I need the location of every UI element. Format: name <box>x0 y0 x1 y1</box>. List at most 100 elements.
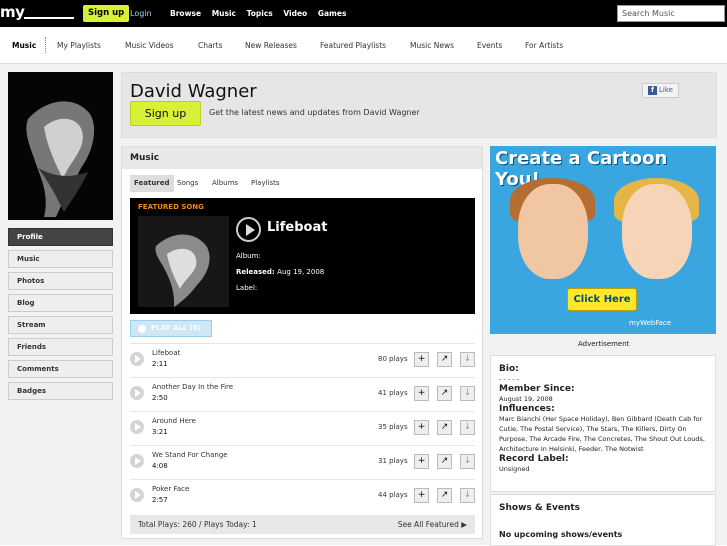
featured-song-art-image <box>138 216 229 307</box>
track-row: We Stand For Change 4:08 31 plays + ↗ ↓ <box>130 445 475 479</box>
subnav-events[interactable]: Events <box>477 41 502 50</box>
add-icon[interactable]: + <box>414 488 429 503</box>
bio-value: - - - - - <box>499 375 519 383</box>
nav-music[interactable]: Music <box>212 9 236 18</box>
track-play-icon[interactable] <box>130 352 144 366</box>
subnav-music[interactable]: Music <box>12 41 36 50</box>
facebook-icon: f <box>648 86 657 95</box>
sidebar-friends[interactable]: Friends <box>8 338 113 356</box>
ad-cartoon-face <box>622 184 692 279</box>
add-icon[interactable]: + <box>414 454 429 469</box>
track-duration: 4:08 <box>152 462 168 470</box>
avatar-image <box>8 72 113 220</box>
search-input[interactable]: Search Music <box>617 5 725 22</box>
share-icon[interactable]: ↗ <box>437 420 452 435</box>
subnav-charts[interactable]: Charts <box>198 41 223 50</box>
track-play-icon[interactable] <box>130 488 144 502</box>
track-play-icon[interactable] <box>130 386 144 400</box>
tab-songs[interactable]: Songs <box>173 175 202 192</box>
track-name[interactable]: Around Here <box>152 417 196 425</box>
add-icon[interactable]: + <box>414 352 429 367</box>
featured-song-art <box>138 216 229 307</box>
site-logo[interactable]: my <box>0 3 25 21</box>
released-value: Aug 19, 2008 <box>277 268 325 276</box>
subnav-featured-playlists[interactable]: Featured Playlists <box>320 41 386 50</box>
influences-value: Marc Bianchi (Her Space Holiday), Ben Gi… <box>499 415 705 453</box>
share-icon[interactable]: ↗ <box>437 454 452 469</box>
share-icon[interactable]: ↗ <box>437 386 452 401</box>
track-play-icon[interactable] <box>130 420 144 434</box>
nav-video[interactable]: Video <box>283 9 307 18</box>
total-plays: Total Plays: 260 / Plays Today: 1 <box>138 520 257 529</box>
subnav-for-artists[interactable]: For Artists <box>525 41 563 50</box>
track-duration: 3:21 <box>152 428 168 436</box>
share-icon[interactable]: ↗ <box>437 488 452 503</box>
featured-play-icon[interactable] <box>236 217 261 242</box>
record-label-label: Label: <box>236 284 258 292</box>
see-all-featured-link[interactable]: See All Featured ▶ <box>398 515 467 534</box>
track-duration: 2:50 <box>152 394 168 402</box>
advertisement-caption: Advertisement <box>578 340 630 348</box>
tab-playlists[interactable]: Playlists <box>247 175 284 192</box>
subnav-new-releases[interactable]: New Releases <box>245 41 297 50</box>
record-label-label: Record Label: <box>499 454 569 464</box>
profile-page: Profile Music Photos Blog Stream Friends… <box>0 64 727 546</box>
tab-albums[interactable]: Albums <box>208 175 242 192</box>
sidebar-photos[interactable]: Photos <box>8 272 113 290</box>
track-play-icon[interactable] <box>130 454 144 468</box>
track-name[interactable]: Poker Face <box>152 485 189 493</box>
artist-tagline: Get the latest news and updates from Dav… <box>209 108 420 117</box>
featured-released: Released: Aug 19, 2008 <box>236 268 324 276</box>
download-icon[interactable]: ↓ <box>460 454 475 469</box>
advertisement-banner[interactable]: Create a Cartoon You! Click Here myWebFa… <box>490 146 716 334</box>
tab-featured[interactable]: Featured <box>130 175 174 192</box>
add-icon[interactable]: + <box>414 386 429 401</box>
download-icon[interactable]: ↓ <box>460 352 475 367</box>
download-icon[interactable]: ↓ <box>460 488 475 503</box>
track-duration: 2:57 <box>152 496 168 504</box>
share-icon[interactable]: ↗ <box>437 352 452 367</box>
music-footer: Total Plays: 260 / Plays Today: 1 See Al… <box>130 515 475 534</box>
bio-label: Bio: <box>499 364 519 374</box>
add-icon[interactable]: + <box>414 420 429 435</box>
signup-button[interactable]: Sign up <box>83 5 130 22</box>
nav-topics[interactable]: Topics <box>247 9 273 18</box>
sidebar-stream[interactable]: Stream <box>8 316 113 334</box>
play-all-button[interactable]: PLAY ALL (8) <box>130 320 212 337</box>
subnav-music-videos[interactable]: Music Videos <box>125 41 174 50</box>
released-label: Released: <box>236 268 275 276</box>
artist-avatar[interactable] <box>8 72 113 220</box>
download-icon[interactable]: ↓ <box>460 420 475 435</box>
featured-song-title[interactable]: Lifeboat <box>267 220 327 235</box>
sidebar-profile[interactable]: Profile <box>8 228 113 246</box>
member-since-label: Member Since: <box>499 384 575 394</box>
track-row: Around Here 3:21 35 plays + ↗ ↓ <box>130 411 475 445</box>
sidebar-comments[interactable]: Comments <box>8 360 113 378</box>
sidebar-badges[interactable]: Badges <box>8 382 113 400</box>
member-since-value: August 19, 2008 <box>499 395 553 403</box>
subnav-my-playlists[interactable]: My Playlists <box>57 41 101 50</box>
facebook-like-button[interactable]: f Like <box>642 83 679 98</box>
music-panel: Music Featured Songs Albums Playlists FE… <box>121 146 483 539</box>
featured-song-label: FEATURED SONG <box>138 203 204 211</box>
track-name[interactable]: We Stand For Change <box>152 451 228 459</box>
featured-album: Album: <box>236 252 261 260</box>
sidebar-music[interactable]: Music <box>8 250 113 268</box>
ad-photo-face <box>518 184 588 279</box>
top-bar: my Sign up Login Browse Music Topics Vid… <box>0 0 727 27</box>
subnav-music-news[interactable]: Music News <box>410 41 454 50</box>
track-name[interactable]: Lifeboat <box>152 349 180 357</box>
ad-click-button[interactable]: Click Here <box>567 288 637 311</box>
ad-brand: myWebFace <box>629 319 672 327</box>
artist-signup-button[interactable]: Sign up <box>130 101 201 126</box>
featured-song-panel: FEATURED SONG Lifeboat Album: Released: … <box>130 198 475 314</box>
login-link[interactable]: Login <box>130 9 152 18</box>
sidebar-blog[interactable]: Blog <box>8 294 113 312</box>
download-icon[interactable]: ↓ <box>460 386 475 401</box>
nav-games[interactable]: Games <box>318 9 347 18</box>
track-name[interactable]: Another Day In the Fire <box>152 383 233 391</box>
nav-browse[interactable]: Browse <box>170 9 201 18</box>
track-plays: 80 plays <box>378 355 408 363</box>
featured-label: Label: <box>236 284 257 292</box>
track-row: Lifeboat 2:11 80 plays + ↗ ↓ <box>130 343 475 377</box>
